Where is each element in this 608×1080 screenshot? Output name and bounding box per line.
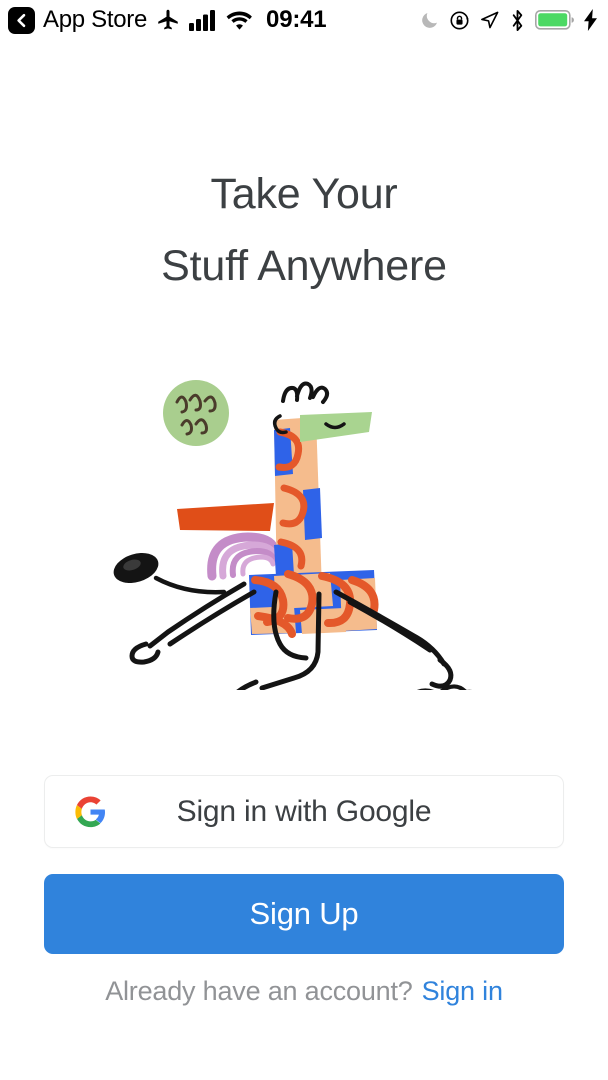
- sign-up-label: Sign Up: [249, 896, 359, 931]
- do-not-disturb-moon-icon: [420, 10, 440, 30]
- cellular-signal-icon: [189, 9, 218, 31]
- battery-icon: [535, 10, 575, 30]
- status-bar-clock: 09:41: [266, 6, 327, 33]
- bluetooth-icon: [509, 9, 526, 32]
- existing-account-row: Already have an account? Sign in: [44, 976, 564, 1007]
- status-bar: App Store 09:41: [0, 0, 608, 40]
- green-circle-decoration: [163, 380, 229, 447]
- page-title: Take Your Stuff Anywhere: [0, 158, 608, 302]
- neck: [274, 417, 322, 593]
- sign-up-button[interactable]: Sign Up: [44, 874, 564, 954]
- wifi-icon: [226, 10, 253, 31]
- rotation-lock-icon: [449, 10, 470, 31]
- onboarding-screen: App Store 09:41 Take Your Stuff Anywhere…: [0, 0, 608, 1080]
- tail: [113, 553, 227, 595]
- sign-in-with-google-button[interactable]: Sign in with Google: [44, 775, 564, 848]
- sign-in-with-google-label: Sign in with Google: [176, 794, 432, 828]
- charging-bolt-icon: [584, 9, 598, 31]
- location-arrow-icon: [479, 10, 500, 31]
- chevron-left-icon: [17, 13, 26, 27]
- orange-bar-decoration: [177, 503, 274, 532]
- running-giraffe-illustration: [113, 380, 473, 691]
- airplane-mode-icon: [155, 7, 181, 33]
- page-title-line-2: Stuff Anywhere: [161, 242, 447, 291]
- status-bar-left: App Store 09:41: [8, 6, 327, 34]
- hero-illustration-container: [0, 370, 608, 691]
- back-to-app-store-button[interactable]: [8, 6, 35, 34]
- page-title-line-1: Take Your: [210, 170, 398, 218]
- google-g-icon: [74, 795, 107, 828]
- auth-actions: Sign in with Google Sign Up Already have…: [0, 775, 608, 1007]
- status-bar-right: [420, 9, 598, 32]
- existing-account-prompt: Already have an account?: [105, 976, 413, 1006]
- sign-in-link[interactable]: Sign in: [422, 976, 503, 1007]
- purple-arc-decoration: [207, 532, 280, 581]
- back-label[interactable]: App Store: [43, 8, 147, 32]
